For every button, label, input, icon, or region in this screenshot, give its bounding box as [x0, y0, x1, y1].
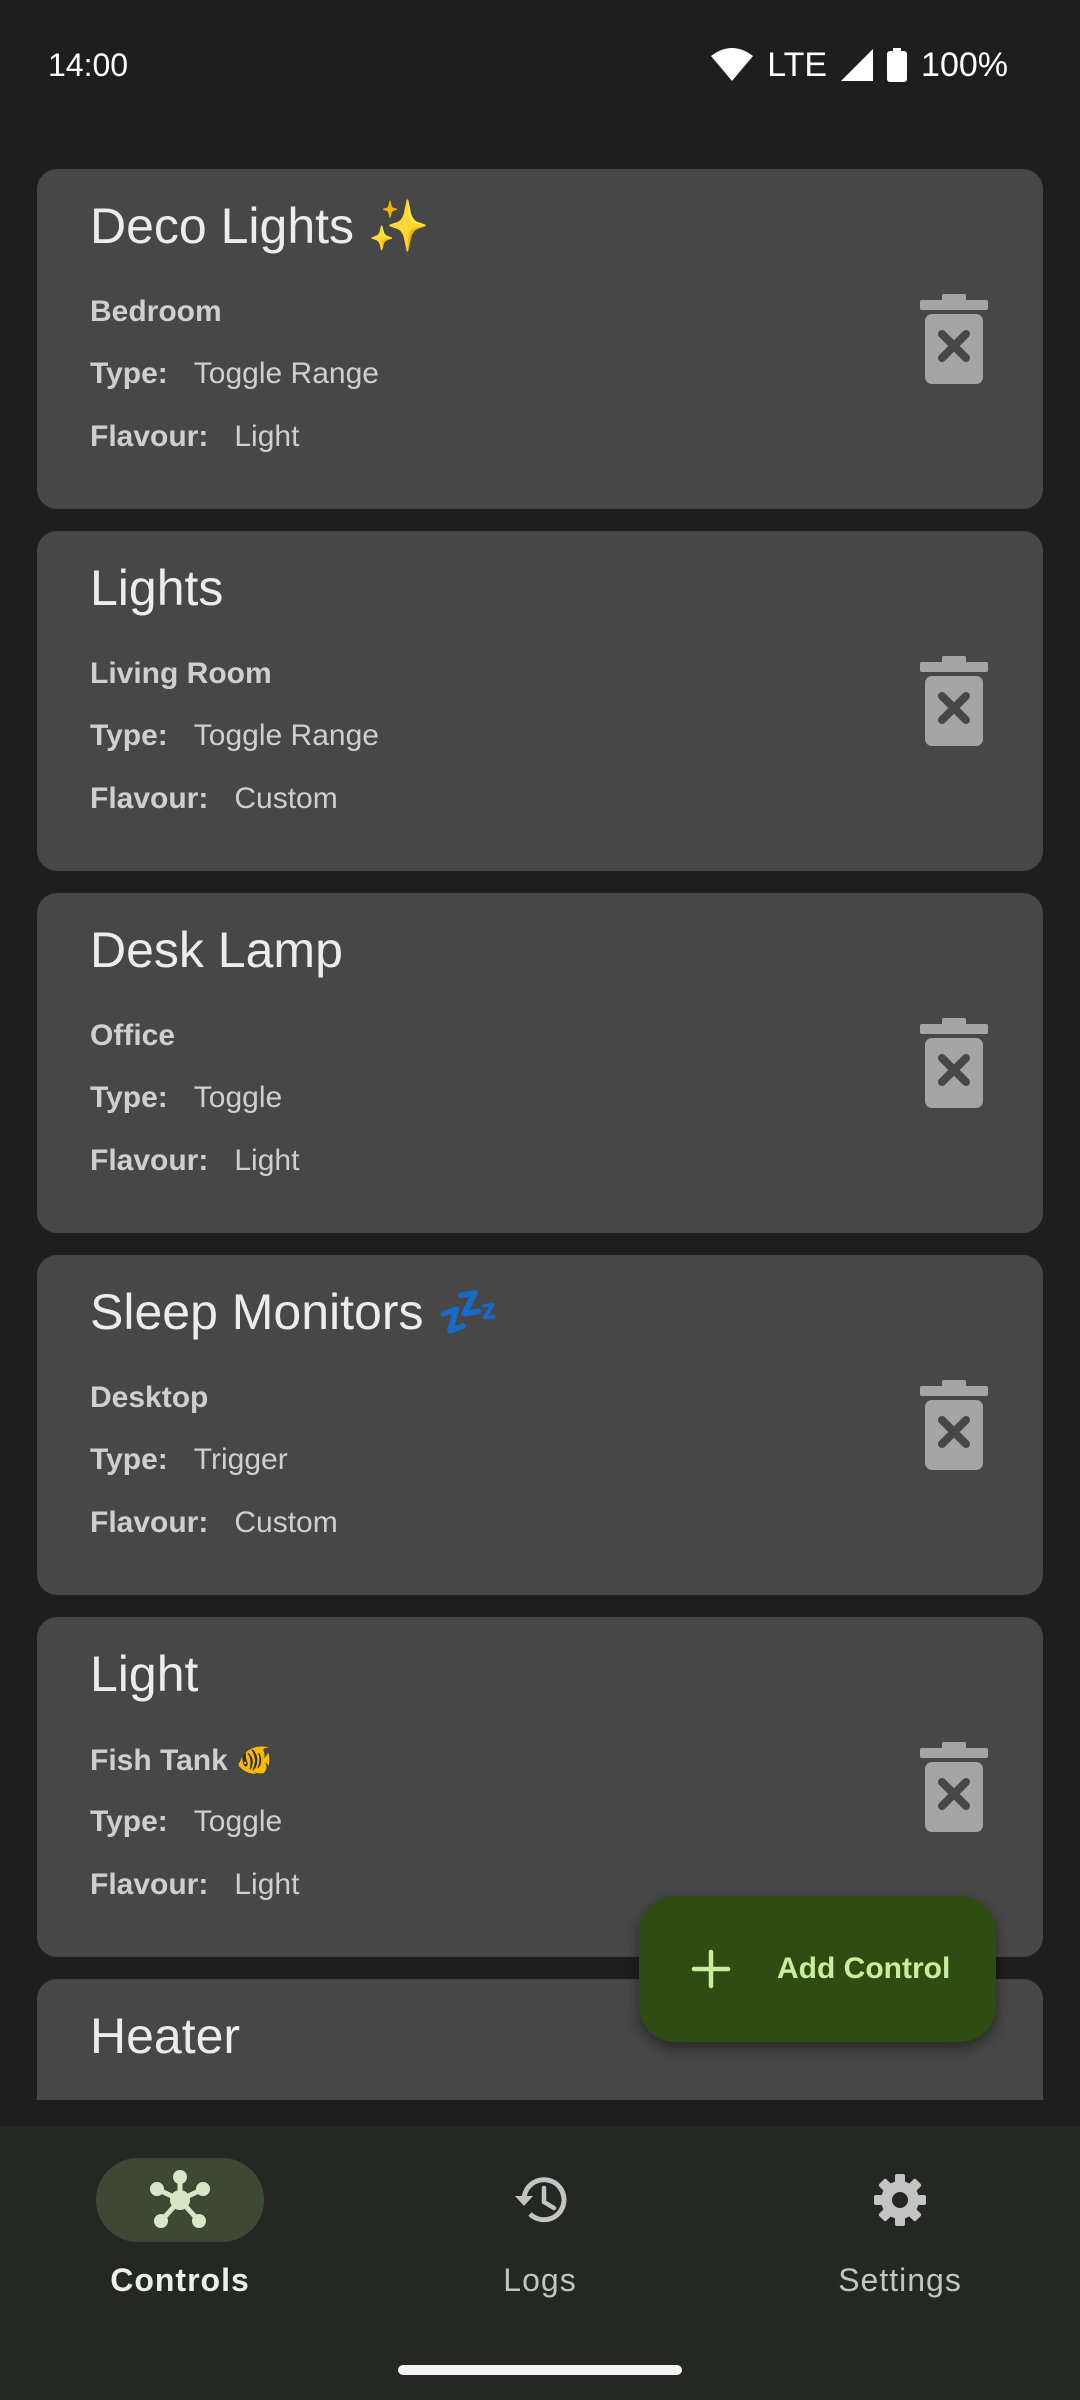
delete-button[interactable] [917, 653, 991, 749]
control-card[interactable]: Sleep Monitors 💤 Desktop Type: Trigger Fl… [37, 1255, 1043, 1595]
control-flavour-row: Flavour: Custom [90, 1506, 338, 1540]
type-label: Type: [90, 1443, 168, 1476]
nav-item-logs[interactable]: Logs [390, 2158, 690, 2338]
bottom-navigation: Controls Logs Settings [0, 2126, 1080, 2400]
control-type-value: Toggle Range [193, 357, 379, 390]
gear-icon [874, 2174, 926, 2226]
control-type-row: Type: Toggle [90, 1805, 282, 1839]
control-flavour-value: Light [234, 1144, 300, 1177]
control-flavour-row: Flavour: Light [90, 1144, 299, 1178]
control-type-row: Type: Toggle Range [90, 719, 379, 753]
control-type-row: Type: Trigger [90, 1443, 288, 1477]
control-card[interactable]: Deco Lights ✨ Bedroom Type: Toggle Range … [37, 169, 1043, 509]
control-location: Desktop [90, 1381, 209, 1414]
add-control-label: Add Control [777, 1952, 951, 1985]
flavour-label: Flavour: [90, 1144, 209, 1177]
nav-label-controls: Controls [110, 2262, 250, 2298]
nav-active-indicator [96, 2158, 264, 2242]
control-card[interactable]: Desk Lamp Office Type: Toggle Flavour: Lig… [37, 893, 1043, 1233]
home-indicator[interactable] [398, 2365, 682, 2375]
plus-icon [691, 1949, 731, 1989]
control-title: Light [90, 1646, 199, 1702]
hub-icon [150, 2170, 210, 2228]
control-type-value: Toggle Range [193, 719, 379, 752]
nav-icon-wrap [456, 2158, 624, 2242]
add-control-button[interactable]: Add Control [639, 1896, 996, 2042]
type-label: Type: [90, 1081, 168, 1114]
nav-item-controls[interactable]: Controls [30, 2158, 330, 2338]
control-location: Living Room [90, 657, 272, 690]
type-label: Type: [90, 719, 168, 752]
flavour-label: Flavour: [90, 1506, 209, 1539]
type-label: Type: [90, 1805, 168, 1838]
nav-label-settings: Settings [838, 2262, 962, 2298]
control-card[interactable]: Lights Living Room Type: Toggle Range Fla… [37, 531, 1043, 871]
nav-icon-wrap [816, 2158, 984, 2242]
flavour-label: Flavour: [90, 782, 209, 815]
delete-button[interactable] [917, 1015, 991, 1111]
type-label: Type: [90, 357, 168, 390]
control-flavour-value: Custom [234, 782, 338, 815]
delete-button[interactable] [917, 1377, 991, 1473]
control-type-value: Trigger [193, 1443, 288, 1476]
control-title: Desk Lamp [90, 922, 343, 978]
control-location: Bedroom [90, 295, 222, 328]
control-title: Deco Lights ✨ [90, 198, 431, 254]
control-flavour-value: Light [234, 1868, 300, 1901]
control-type-row: Type: Toggle Range [90, 357, 379, 391]
delete-icon [920, 294, 988, 384]
control-flavour-value: Custom [234, 1506, 338, 1539]
control-type-value: Toggle [193, 1081, 283, 1114]
delete-button[interactable] [917, 291, 991, 387]
delete-icon [920, 656, 988, 746]
control-title: Heater [90, 2008, 241, 2064]
control-flavour-row: Flavour: Light [90, 420, 299, 454]
history-icon [515, 2177, 567, 2223]
delete-icon [920, 1380, 988, 1470]
flavour-label: Flavour: [90, 1868, 209, 1901]
control-type-row: Type: Toggle [90, 1081, 282, 1115]
control-flavour-row: Flavour: Custom [90, 782, 338, 816]
flavour-label: Flavour: [90, 420, 209, 453]
control-location: Fish Tank 🐠 [90, 1744, 274, 1777]
nav-label-logs: Logs [503, 2262, 577, 2298]
control-flavour-value: Light [234, 420, 300, 453]
delete-button[interactable] [917, 1739, 991, 1835]
nav-item-settings[interactable]: Settings [750, 2158, 1050, 2338]
control-flavour-row: Flavour: Light [90, 1868, 299, 1902]
control-type-value: Toggle [193, 1805, 283, 1838]
controls-list[interactable]: Deco Lights ✨ Bedroom Type: Toggle Range … [37, 0, 1043, 2100]
delete-icon [920, 1018, 988, 1108]
control-title: Lights [90, 560, 224, 616]
delete-icon [920, 1742, 988, 1832]
control-title: Sleep Monitors 💤 [90, 1284, 500, 1340]
control-location: Office [90, 1019, 176, 1052]
